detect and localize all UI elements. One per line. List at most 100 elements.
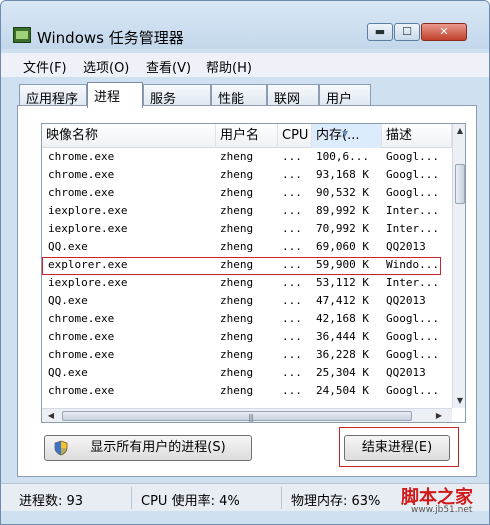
column-description[interactable]: 描述 [382,124,452,148]
process-list[interactable]: 映像名称 用户名 CPU ▼ 内存(... 描述 chrome.exe zhen… [41,123,466,423]
vertical-scrollbar[interactable]: ▲ ▼ [452,124,465,408]
process-cpu: ... [282,276,302,289]
process-memory: 53,112 K [316,276,369,289]
process-memory: 42,168 K [316,312,369,325]
menu-view[interactable]: 查看(V) [146,57,191,76]
process-description: Googl... [386,186,439,199]
window-title: Windows 任务管理器 [37,29,184,47]
process-description: Googl... [386,168,439,181]
site-watermark: 脚本之家 www.jb51.net [393,483,489,519]
table-row[interactable]: QQ.exe zheng ... 25,304 K QQ2013 [42,364,452,382]
table-row[interactable]: chrome.exe zheng ... 36,228 K Googl... [42,346,452,364]
process-name: chrome.exe [48,168,115,181]
process-description: Googl... [386,384,439,397]
process-name: chrome.exe [48,384,115,397]
process-cpu: ... [282,348,302,361]
task-manager-icon [13,27,31,43]
table-row[interactable]: chrome.exe zheng ... 36,444 K Googl... [42,328,452,346]
table-row[interactable]: chrome.exe zheng ... 93,168 K Googl... [42,166,452,184]
column-image-name[interactable]: 映像名称 [42,124,216,148]
table-row[interactable]: iexplore.exe zheng ... 53,112 K Inter... [42,274,452,292]
table-row[interactable]: QQ.exe zheng ... 47,412 K QQ2013 [42,292,452,310]
process-memory: 36,444 K [316,330,369,343]
table-row[interactable]: chrome.exe zheng ... 90,532 K Googl... [42,184,452,202]
watermark-url: www.jb51.net [411,505,473,515]
process-user: zheng [220,240,254,253]
process-memory: 93,168 K [316,168,369,181]
titlebar[interactable]: Windows 任务管理器 ▬ ☐ ✕ [1,1,489,49]
table-row[interactable]: chrome.exe zheng ... 24,504 K Googl... [42,382,452,400]
tab-services[interactable]: 服务 [143,84,211,107]
scroll-left-icon[interactable]: ◀ [44,409,58,422]
show-all-users-button[interactable]: 显示所有用户的进程(S) [44,435,252,461]
scroll-up-icon[interactable]: ▲ [453,124,465,138]
process-name: chrome.exe [48,348,115,361]
horizontal-scroll-thumb[interactable]: ||| [62,411,412,422]
tab-networking[interactable]: 联网 [267,84,319,107]
tab-applications[interactable]: 应用程序 [19,84,87,107]
process-description: Inter... [386,276,439,289]
process-user: zheng [220,150,254,163]
menu-options[interactable]: 选项(O) [83,57,129,76]
process-cpu: ... [282,366,302,379]
table-row-selected[interactable]: explorer.exe zheng ... 59,900 K Windo... [42,256,452,274]
process-name: chrome.exe [48,150,115,163]
column-cpu[interactable]: CPU [278,124,312,148]
process-cpu: ... [282,294,302,307]
process-user: zheng [220,168,254,181]
process-memory: 59,900 K [316,258,369,271]
minimize-button[interactable]: ▬ [367,23,393,41]
process-cpu: ... [282,240,302,253]
process-user: zheng [220,186,254,199]
maximize-button[interactable]: ☐ [394,23,420,41]
process-name: QQ.exe [48,294,88,307]
process-user: zheng [220,276,254,289]
process-memory: 24,504 K [316,384,369,397]
table-row[interactable]: iexplore.exe zheng ... 89,992 K Inter... [42,202,452,220]
scroll-down-icon[interactable]: ▼ [453,394,465,408]
status-process-count: 进程数: 93 [19,494,84,509]
status-physical-memory: 物理内存: 63% [291,494,381,509]
tab-users[interactable]: 用户 [319,84,371,107]
process-description: QQ2013 [386,294,426,307]
task-manager-window: Windows 任务管理器 ▬ ☐ ✕ 文件(F) 选项(O) 查看(V) 帮助… [0,0,490,525]
process-cpu: ... [282,384,302,397]
end-process-button[interactable]: 结束进程(E) [344,435,450,461]
horizontal-scrollbar[interactable]: ◀ ||| ▶ [42,408,452,422]
process-description: Googl... [386,150,439,163]
close-button[interactable]: ✕ [421,23,467,41]
column-memory-label: 内存(... [316,128,360,143]
process-name: chrome.exe [48,186,115,199]
column-memory[interactable]: ▼ 内存(... [312,124,382,148]
table-row[interactable]: QQ.exe zheng ... 69,060 K QQ2013 [42,238,452,256]
process-description: Googl... [386,348,439,361]
process-name: chrome.exe [48,330,115,343]
table-row[interactable]: chrome.exe zheng ... 100,6... Googl... [42,148,452,166]
column-user-name[interactable]: 用户名 [216,124,278,148]
process-description: Inter... [386,204,439,217]
process-name: QQ.exe [48,366,88,379]
table-row[interactable]: iexplore.exe zheng ... 70,992 K Inter... [42,220,452,238]
process-cpu: ... [282,168,302,181]
process-name: iexplore.exe [48,204,128,217]
table-row[interactable]: chrome.exe zheng ... 42,168 K Googl... [42,310,452,328]
process-cpu: ... [282,258,302,271]
process-user: zheng [220,204,254,217]
grip-icon: ||| [248,413,254,422]
vertical-scroll-thumb[interactable] [455,164,465,204]
menu-file[interactable]: 文件(F) [23,57,67,76]
tab-performance[interactable]: 性能 [211,84,267,107]
process-memory: 100,6... [316,150,369,163]
process-user: zheng [220,294,254,307]
process-name: chrome.exe [48,312,115,325]
process-user: zheng [220,348,254,361]
tab-processes[interactable]: 进程 [87,82,143,108]
scroll-right-icon[interactable]: ▶ [432,409,446,422]
column-header-row: 映像名称 用户名 CPU ▼ 内存(... 描述 [42,124,452,148]
process-description: Googl... [386,330,439,343]
process-user: zheng [220,384,254,397]
process-user: zheng [220,312,254,325]
process-cpu: ... [282,222,302,235]
sort-descending-icon: ▼ [342,129,349,138]
menu-help[interactable]: 帮助(H) [206,57,252,76]
